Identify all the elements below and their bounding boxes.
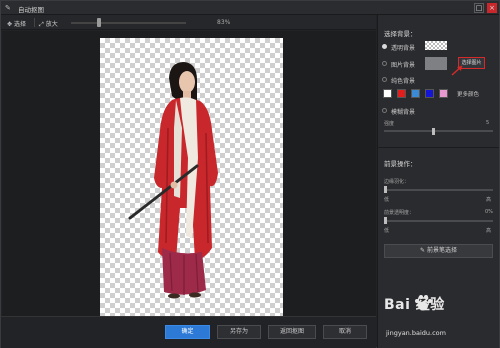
toolbar-divider [34,18,35,27]
zoom-label: 放大 [45,21,58,28]
select-label: 选择 [13,21,26,28]
maximize-button[interactable]: □ [474,3,484,13]
edge-feather-slider[interactable] [384,189,493,191]
edge-feather-low: 低 [384,197,390,203]
blur-strength-thumb[interactable] [432,128,435,135]
close-button[interactable]: × [487,3,497,13]
color-swatch[interactable] [383,89,392,98]
foreground-section-title: 前景操作： [384,160,417,168]
fg-opacity-low: 低 [384,228,390,234]
zoom-slider-thumb[interactable] [97,18,101,27]
radio-blur-bg[interactable] [382,108,387,113]
save-as-button[interactable]: 另存为 [217,325,261,339]
pointer-arrow-icon [451,65,463,76]
fg-opacity-label: 前景透明度： [384,210,415,216]
ok-button[interactable]: 确定 [165,325,210,339]
image-canvas[interactable] [100,38,283,331]
foreground-brush-label: 前景笔选择 [426,247,457,254]
fg-opacity-high: 高 [486,228,492,234]
option-label-blur: 模糊背景 [391,109,416,116]
blur-strength-value: 5 [486,120,490,126]
app-window: ✎ 自动抠图 □ × ✥ 选择 ⤢ 放大 83% 确定 另存为 返回抠图 取消 … [0,0,500,348]
option-label-solid: 纯色背景 [391,78,416,85]
radio-image-bg[interactable] [382,61,387,66]
app-icon: ✎ [5,4,11,12]
edge-feather-high: 高 [486,197,492,203]
blur-strength-label: 强度 [384,121,395,127]
select-icon: ✥ [7,21,13,28]
option-label-transparent: 透明背景 [391,45,416,52]
zoom-value: 83% [217,19,231,26]
transparent-bg-preview [425,41,447,50]
section-divider [377,147,499,148]
color-swatch[interactable] [439,89,448,98]
blur-strength-slider[interactable] [384,130,493,132]
color-swatch[interactable] [397,89,406,98]
fg-opacity-thumb[interactable] [384,217,387,224]
zoom-icon: ⤢ [39,21,44,28]
foreground-brush-button[interactable]: ✎ 前景笔选择 [384,244,493,258]
toolbar: ✥ 选择 ⤢ 放大 83% [1,15,376,30]
more-colors-link[interactable]: 更多颜色 [457,90,479,98]
radio-transparent-bg[interactable] [382,44,387,49]
baidu-watermark-url: jingyan.baidu.com [386,329,446,337]
select-tool[interactable]: ✥ 选择 [7,19,26,28]
cancel-button[interactable]: 取消 [323,325,367,339]
option-label-image: 图片背景 [391,62,416,69]
baidu-paw-icon [415,295,432,311]
window-title: 自动抠图 [18,6,44,14]
title-bar: ✎ 自动抠图 □ × [1,1,499,15]
brush-icon: ✎ [420,247,427,254]
color-swatch[interactable] [411,89,420,98]
background-section-title: 选择背景： [384,30,417,38]
fg-opacity-value: 0% [485,209,493,215]
action-bar: 确定 另存为 返回抠图 取消 [1,316,376,348]
fg-opacity-slider[interactable] [384,220,493,222]
edge-feather-thumb[interactable] [384,186,387,193]
zoom-tool[interactable]: ⤢ 放大 [39,19,58,29]
color-swatch[interactable] [425,89,434,98]
canvas-workspace [2,31,376,331]
return-cutout-button[interactable]: 返回抠图 [268,325,316,339]
edge-feather-label: 边缘羽化： [384,179,410,185]
image-bg-preview [425,57,447,70]
zoom-slider[interactable] [71,22,186,24]
radio-solid-bg[interactable] [382,77,387,82]
cutout-subject-image [128,62,218,299]
